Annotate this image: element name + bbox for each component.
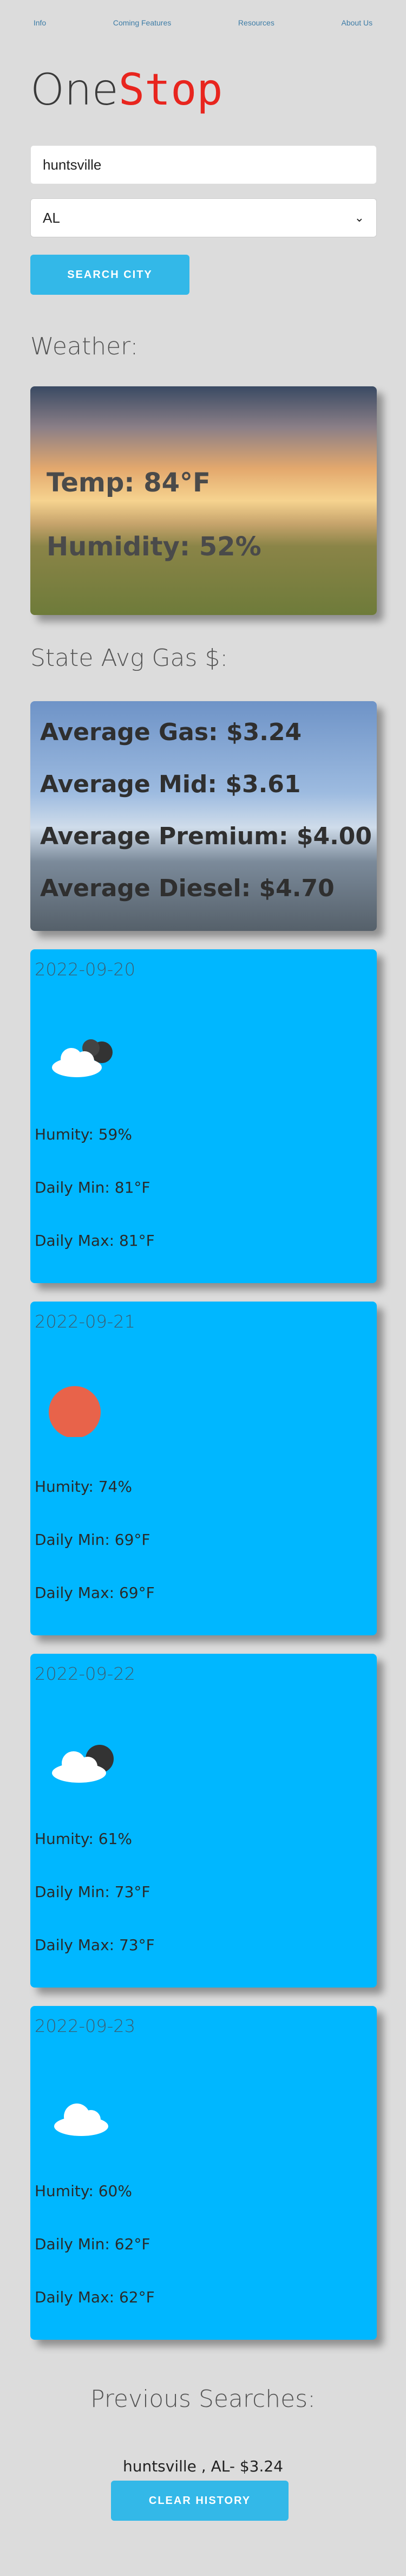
logo-stop: Stop bbox=[118, 64, 223, 115]
dark-clouds-icon bbox=[52, 1039, 113, 1077]
forecast-humidity: Humity: 74% bbox=[35, 1478, 132, 1496]
logo-one: One bbox=[30, 64, 119, 115]
weather-heading: Weather: bbox=[30, 333, 139, 360]
forecast-date: 2022-09-23 bbox=[35, 2016, 135, 2036]
forecast-max: Daily Max: 81°F bbox=[35, 1232, 155, 1250]
current-humidity: Humidity: 52% bbox=[47, 532, 261, 562]
forecast-min: Daily Min: 81°F bbox=[35, 1179, 150, 1196]
forecast-humidity: Humity: 61% bbox=[35, 1830, 132, 1848]
gas-prices-card: Average Gas: $3.24 Average Mid: $3.61 Av… bbox=[30, 701, 377, 931]
average-gas: Average Gas: $3.24 bbox=[40, 719, 302, 746]
forecast-card: 2022-09-23 Humity: 60% Daily Min: 62°F D… bbox=[30, 2006, 377, 2340]
cloud-icon bbox=[54, 2103, 108, 2136]
site-logo: OneStop bbox=[30, 68, 406, 112]
nav-info-link[interactable]: Info bbox=[34, 18, 46, 40]
current-temp: Temp: 84°F bbox=[47, 468, 211, 498]
history-item[interactable]: huntsville , AL- $3.24 bbox=[0, 2457, 406, 2475]
sun-icon bbox=[49, 1386, 101, 1437]
forecast-max: Daily Max: 69°F bbox=[35, 1584, 155, 1602]
forecast-card: 2022-09-21 Humity: 74% Daily Min: 69°F D… bbox=[30, 1302, 377, 1635]
forecast-card: 2022-09-20 Humity: 59% Daily Min: 81°F D… bbox=[30, 949, 377, 1283]
gas-heading: State Avg Gas $: bbox=[30, 644, 228, 672]
current-weather-card: Temp: 84°F Humidity: 52% bbox=[30, 386, 377, 615]
forecast-date: 2022-09-21 bbox=[35, 1311, 135, 1332]
forecast-min: Daily Min: 73°F bbox=[35, 1883, 150, 1901]
cloud-icon bbox=[52, 1745, 114, 1783]
chevron-down-icon: ⌄ bbox=[354, 211, 364, 224]
nav-about-link[interactable]: About Us bbox=[342, 18, 373, 40]
state-select-value: AL bbox=[43, 209, 60, 226]
previous-searches-heading: Previous Searches: bbox=[90, 2385, 316, 2413]
city-input-value: huntsville bbox=[43, 156, 102, 173]
forecast-max: Daily Max: 62°F bbox=[35, 2288, 155, 2306]
average-mid: Average Mid: $3.61 bbox=[40, 771, 301, 798]
forecast-max: Daily Max: 73°F bbox=[35, 1936, 155, 1954]
nav-coming-features-link[interactable]: Coming Features bbox=[113, 18, 171, 40]
average-premium: Average Premium: $4.00 bbox=[40, 823, 372, 850]
forecast-date: 2022-09-22 bbox=[35, 1664, 135, 1684]
search-city-button[interactable]: SEARCH CITY bbox=[30, 255, 189, 295]
forecast-min: Daily Min: 62°F bbox=[35, 2235, 150, 2253]
average-diesel: Average Diesel: $4.70 bbox=[40, 875, 335, 902]
city-input[interactable]: huntsville bbox=[30, 145, 377, 184]
clear-history-button[interactable]: CLEAR HISTORY bbox=[111, 2481, 289, 2521]
forecast-min: Daily Min: 69°F bbox=[35, 1531, 150, 1549]
nav-resources-link[interactable]: Resources bbox=[238, 18, 274, 40]
forecast-humidity: Humity: 60% bbox=[35, 2182, 132, 2200]
top-nav: Info Coming Features Resources About Us bbox=[0, 0, 406, 40]
forecast-card: 2022-09-22 Humity: 61% Daily Min: 73°F D… bbox=[30, 1654, 377, 1988]
state-select[interactable]: AL ⌄ bbox=[30, 198, 377, 237]
forecast-humidity: Humity: 59% bbox=[35, 1125, 132, 1143]
forecast-date: 2022-09-20 bbox=[35, 959, 135, 980]
